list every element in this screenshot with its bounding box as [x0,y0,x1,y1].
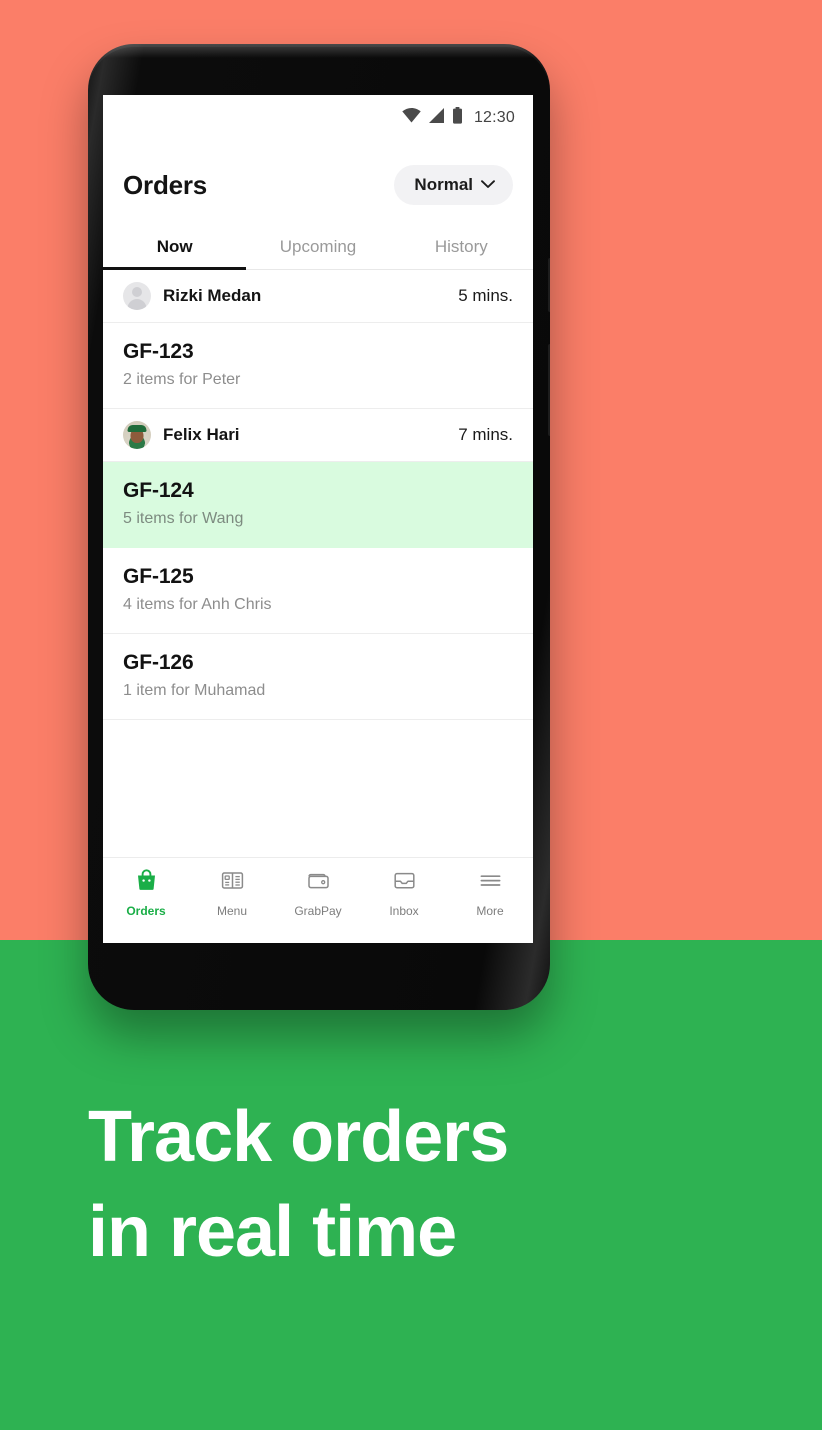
headline-line-2: in real time [88,1192,457,1273]
nav-label: Inbox [389,904,419,918]
phone-mockup: 12:30 Orders Normal Now Upcoming History… [88,44,550,1010]
nav-item-inbox[interactable]: Inbox [361,868,447,918]
order-summary: 4 items for Anh Chris [123,596,272,613]
customer-name: Felix Hari [163,425,240,444]
nav-label: More [476,904,504,918]
order-code: GF-124 [123,479,194,502]
tab-history[interactable]: History [390,231,533,269]
customer-row[interactable]: Rizki Medan 5 mins. [103,270,533,323]
page-title: Orders [123,169,208,200]
nav-item-menu[interactable]: Menu [189,868,275,918]
battery-icon [452,107,463,129]
customer-eta: 5 mins. [458,286,513,305]
customer-name: Rizki Medan [163,286,262,305]
marketing-headline: Track orders in real time [88,1090,748,1280]
order-mode-filter-label: Normal [414,175,473,194]
nav-item-orders[interactable]: Orders [103,868,189,918]
wallet-icon [306,868,331,898]
chevron-down-icon [481,176,495,194]
order-row[interactable]: GF-125 4 items for Anh Chris [103,548,533,634]
order-summary: 2 items for Peter [123,371,241,388]
wifi-icon [402,108,421,128]
phone-screen: 12:30 Orders Normal Now Upcoming History… [103,95,533,943]
nav-label: Orders [126,904,166,918]
order-row[interactable]: GF-126 1 item for Muhamad [103,634,533,720]
status-bar: 12:30 [103,95,533,141]
bottom-navigation-bar: Orders Menu GrabPay Inbox More [103,857,533,943]
nav-item-more[interactable]: More [447,868,533,918]
order-mode-filter-button[interactable]: Normal [394,165,513,205]
nav-label: Menu [216,904,248,918]
avatar [123,421,151,449]
nav-label: GrabPay [294,904,342,918]
order-summary: 5 items for Wang [123,510,244,527]
order-row[interactable]: GF-123 2 items for Peter [103,323,533,409]
avatar [123,282,151,310]
hamburger-icon [478,868,503,898]
order-list: Rizki Medan 5 mins. GF-123 2 items for P… [103,270,533,720]
order-summary: 1 item for Muhamad [123,682,266,699]
phone-bezel-sheen [88,44,550,58]
tab-upcoming[interactable]: Upcoming [246,231,389,269]
order-code: GF-126 [123,651,194,674]
cellular-signal-icon [428,108,445,128]
menu-book-icon [220,868,245,898]
nav-item-grabpay[interactable]: GrabPay [275,868,361,918]
shopping-bag-icon [134,868,159,898]
order-code: GF-125 [123,565,194,588]
tab-now[interactable]: Now [103,231,247,270]
power-button[interactable] [548,258,550,312]
order-row[interactable]: GF-124 5 items for Wang [103,462,533,548]
order-tabs: Now Upcoming History [103,231,533,270]
app-header: Orders Normal [103,141,533,205]
customer-eta: 7 mins. [458,425,513,444]
status-bar-clock: 12:30 [473,109,515,126]
customer-row[interactable]: Felix Hari 7 mins. [103,409,533,462]
inbox-tray-icon [392,868,417,898]
volume-button[interactable] [548,344,550,436]
headline-line-1: Track orders [88,1097,509,1177]
order-code: GF-123 [123,340,194,363]
